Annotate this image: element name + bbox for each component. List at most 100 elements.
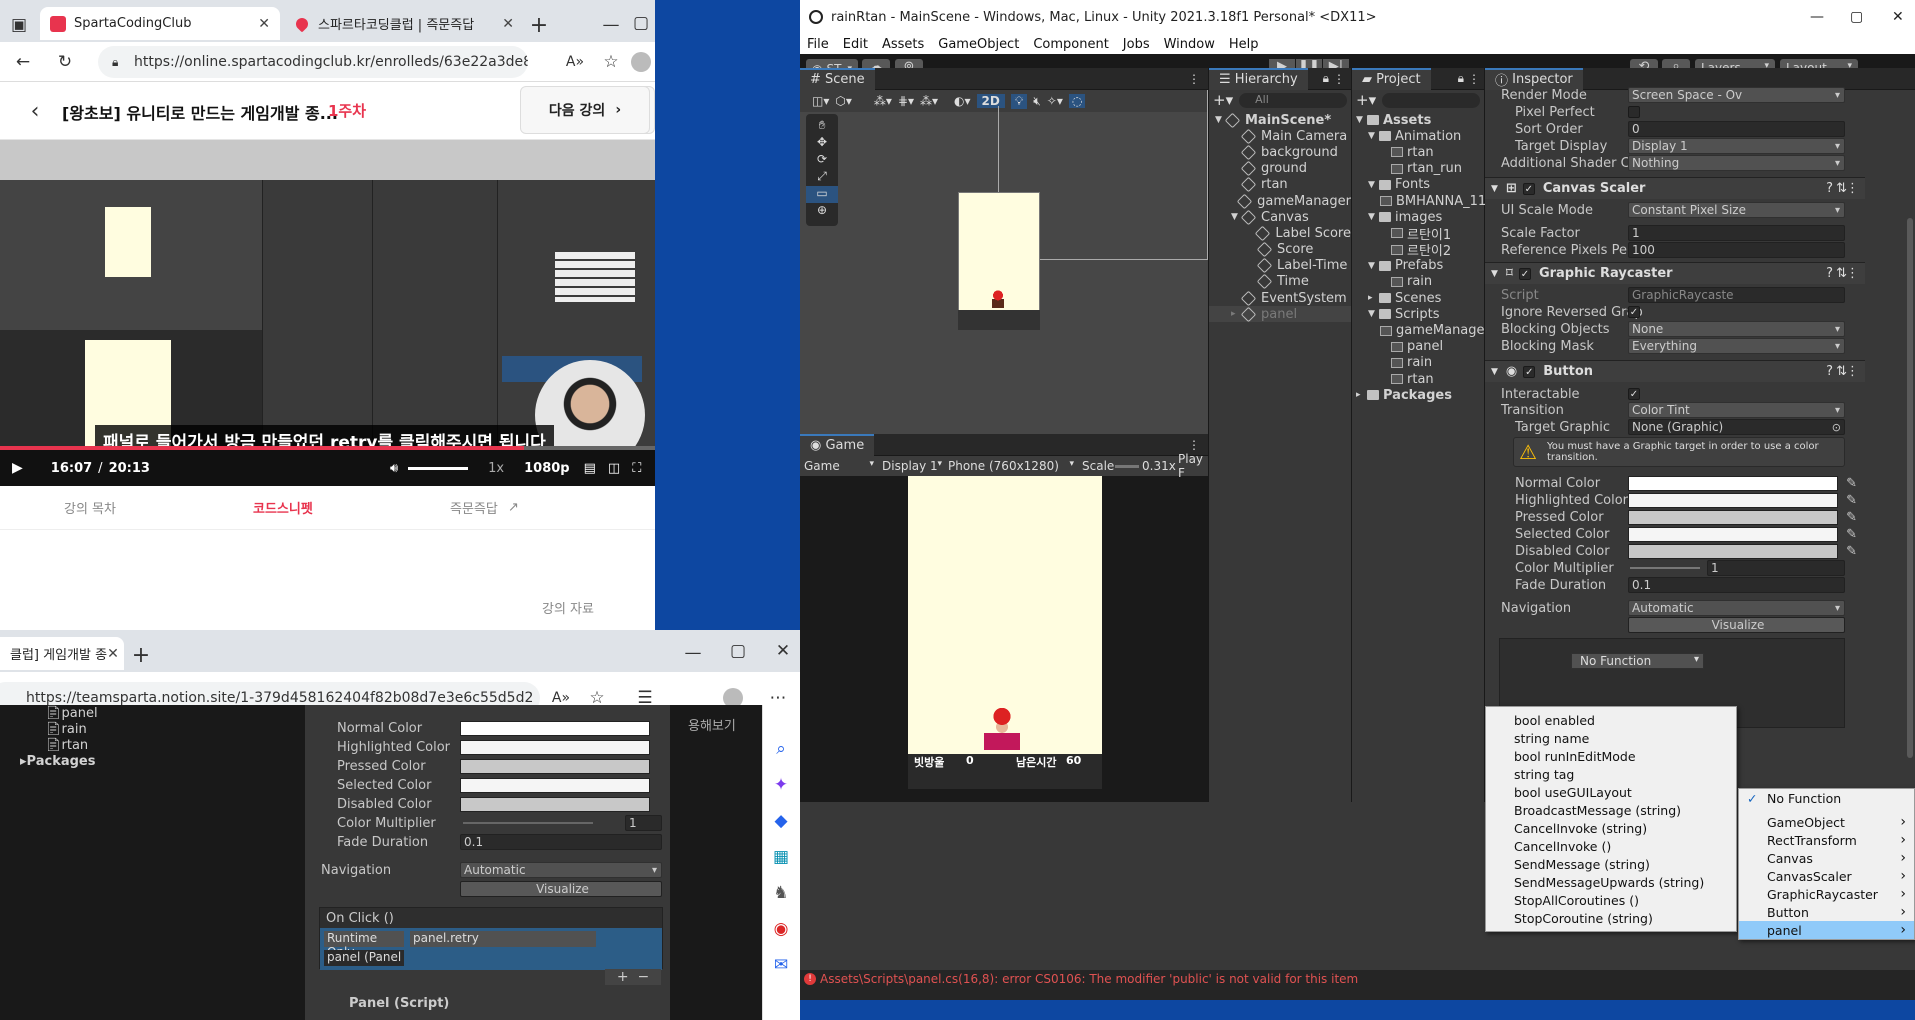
light-icon[interactable]: 💡︎ — [1010, 93, 1028, 109]
read-aloud-icon[interactable]: A» — [562, 49, 588, 75]
menu-file[interactable]: File — [807, 37, 829, 52]
scale-slider[interactable] — [1115, 464, 1139, 468]
project-item[interactable]: ▼ Assets — [1352, 112, 1484, 128]
eyedropper-icon[interactable]: ✎ — [1846, 476, 1857, 491]
expand-arrow-icon[interactable]: ▼ — [1368, 309, 1379, 319]
maximize-icon[interactable]: ▢ — [725, 638, 751, 664]
lock-icon[interactable]: 🔒︎ — [1458, 71, 1464, 86]
function-menu-item[interactable]: StopCoroutine (string) — [1486, 909, 1736, 927]
draw-mode-icon[interactable]: ◫▾ — [812, 94, 829, 108]
render-mode-dropdown[interactable]: Screen Space - Ov — [1628, 87, 1845, 103]
project-item[interactable]: ▼ Scripts — [1352, 306, 1484, 322]
minimize-icon[interactable]: — — [598, 12, 624, 38]
help-icon[interactable]: ? — [1826, 181, 1833, 196]
function-menu-item[interactable]: string name — [1486, 729, 1736, 747]
inspector-scrollbar[interactable] — [1907, 218, 1913, 758]
menu-gameobject[interactable]: GameObject — [938, 37, 1019, 52]
component-menu-icon[interactable]: ⋮ — [1846, 181, 1859, 196]
next-lesson-button[interactable]: 다음 강의 › — [520, 86, 650, 134]
transform-tool-icon[interactable]: ⊕ — [806, 203, 838, 220]
function-dropdown[interactable]: No Function ▾ — [1571, 653, 1704, 669]
hierarchy-scene-root[interactable]: ▼ MainScene* — [1209, 112, 1351, 128]
scale-tool-icon[interactable]: ⤢ — [806, 169, 838, 186]
expand-arrow-icon[interactable]: ▼ — [1368, 180, 1379, 190]
minimize-icon[interactable]: — — [680, 640, 706, 666]
refresh-icon[interactable]: ↻ — [52, 49, 78, 75]
project-item[interactable]: ▸ Packages — [1352, 387, 1484, 403]
back-icon[interactable]: ← — [10, 49, 36, 75]
tab-scene[interactable]: # Scene — [800, 67, 875, 90]
hierarchy-item[interactable]: ▸ panel — [1209, 306, 1351, 323]
color-multiplier-slider[interactable] — [1630, 567, 1700, 569]
component-menu-item[interactable]: Button — [1739, 903, 1914, 921]
interactable-checkbox[interactable]: ✓ — [1628, 388, 1640, 400]
hierarchy-item[interactable]: Label-Time — [1209, 258, 1351, 274]
function-menu-item[interactable]: bool useGUILayout — [1486, 783, 1736, 801]
hierarchy-item[interactable]: ground — [1209, 160, 1351, 177]
expand-arrow-icon[interactable]: ▼ — [1368, 261, 1379, 271]
component-menu-item[interactable]: RectTransform — [1739, 831, 1914, 849]
close-window-icon[interactable]: ✕ — [770, 638, 796, 664]
video-player[interactable]: 패널로 들어가서 방금 만들었던 retry를 클릭해주시면 됩니다 ▶ 16:… — [0, 140, 655, 486]
expand-arrow-icon[interactable]: ▼ — [1215, 115, 1225, 125]
fullscreen-icon[interactable]: ⛶ — [632, 461, 641, 476]
transition-dropdown[interactable]: Color Tint — [1628, 402, 1845, 418]
ignore-reversed-checkbox[interactable]: ✓ — [1628, 306, 1640, 318]
tab-qna-link[interactable]: 즉문즉답 — [450, 498, 498, 517]
hierarchy-item[interactable]: Score — [1209, 241, 1351, 258]
function-menu-item[interactable]: SendMessageUpwards (string) — [1486, 873, 1736, 891]
display-dropdown[interactable]: Display 1 ▾ — [882, 459, 942, 473]
minimize-icon[interactable]: — — [1810, 9, 1824, 25]
disabled-color-swatch[interactable] — [1628, 543, 1838, 559]
play-focused-dropdown[interactable]: Play F — [1178, 452, 1208, 480]
project-item[interactable]: gameManager — [1352, 322, 1490, 338]
volume-slider[interactable] — [408, 466, 469, 470]
project-item[interactable]: rain — [1352, 355, 1484, 371]
eyedropper-icon[interactable]: ✎ — [1846, 493, 1857, 508]
hierarchy-item[interactable]: background — [1209, 144, 1351, 161]
shading-icon[interactable]: ⬡▾ — [835, 94, 852, 108]
tab-materials-label[interactable]: 강의 자료 — [542, 598, 594, 617]
more-menu-icon[interactable]: ⋮ — [1188, 72, 1200, 86]
raycaster-checkbox[interactable]: ✓ — [1518, 267, 1531, 280]
component-menu-icon[interactable]: ⋮ — [1846, 266, 1859, 281]
project-item[interactable]: BMHANNA_11yrs_ — [1352, 193, 1513, 209]
shader-channels-dropdown[interactable]: Nothing — [1628, 155, 1845, 171]
hand-tool-icon[interactable]: ✋︎ — [806, 118, 838, 135]
increment-icon[interactable]: ⁂▾ — [920, 94, 938, 108]
component-menu-item[interactable]: GraphicRaycaster — [1739, 885, 1914, 903]
menu-assets[interactable]: Assets — [882, 37, 924, 52]
selected-color-swatch[interactable] — [1628, 526, 1838, 542]
function-menu-item[interactable]: CancelInvoke (string) — [1486, 819, 1736, 837]
project-item[interactable]: ▼ Fonts — [1352, 177, 1484, 193]
project-item[interactable]: 르탄이1 — [1352, 225, 1484, 243]
expand-arrow-icon[interactable]: ▸ — [1231, 309, 1241, 319]
resolution-dropdown[interactable]: Phone (760x1280) ▾ — [948, 459, 1074, 473]
grid-snap-icon[interactable]: ⁂▾ — [874, 94, 892, 108]
hierarchy-item[interactable]: Time — [1209, 274, 1351, 290]
hierarchy-search[interactable]: All — [1239, 92, 1347, 108]
lock-icon[interactable]: 🔒︎ — [1323, 71, 1329, 86]
eyedropper-icon[interactable]: ✎ — [1846, 510, 1857, 525]
audio-icon[interactable]: 🔇︎ — [1033, 94, 1041, 109]
button-checkbox[interactable]: ✓ — [1523, 365, 1536, 378]
volume-icon[interactable]: 🔊︎ — [390, 461, 398, 476]
tab-project[interactable]: ▰ Project — [1352, 67, 1431, 90]
pixel-perfect-checkbox[interactable] — [1628, 106, 1640, 118]
chevron-left-icon[interactable]: ‹ — [22, 98, 48, 124]
scale-factor-field[interactable]: 1 — [1628, 225, 1845, 241]
fx-icon[interactable]: ✧▾ — [1047, 94, 1063, 108]
hierarchy-item[interactable]: gameManager — [1209, 193, 1351, 209]
visibility-icon[interactable]: ◌ — [1068, 94, 1086, 108]
tab-game[interactable]: ◉ Game — [800, 433, 875, 456]
add-icon[interactable]: +▾ — [1356, 91, 1376, 109]
hierarchy-item[interactable]: Main Camera — [1209, 128, 1351, 145]
quality-button[interactable]: 1080p — [524, 461, 570, 476]
button-header[interactable]: ▼ ◉ ✓ Button? ⇅ ⋮ — [1485, 360, 1865, 382]
subtitles-icon[interactable]: ▤ — [584, 461, 596, 476]
navigation-dropdown[interactable]: Automatic — [1628, 600, 1845, 616]
address-bar[interactable]: 🔒︎ https://online.spartacodingclub.kr/en… — [98, 46, 528, 78]
office-icon[interactable]: ◉ — [768, 916, 794, 942]
tools-icon[interactable]: ▦ — [768, 844, 794, 870]
eyedropper-icon[interactable]: ✎ — [1846, 527, 1857, 542]
